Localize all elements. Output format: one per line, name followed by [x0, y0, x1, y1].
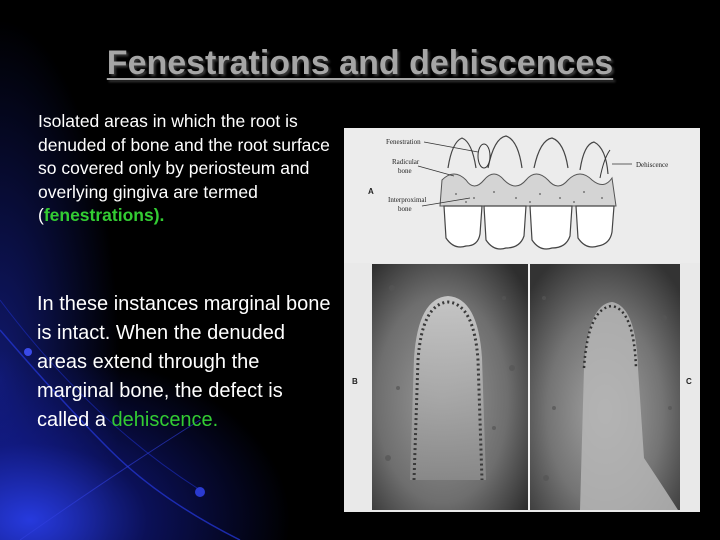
- highlight-term: dehiscence.: [111, 409, 219, 431]
- label-panel-c: C: [686, 377, 692, 386]
- label-radicular: Radicular: [392, 158, 420, 166]
- label-interproximal: Interproximal: [388, 196, 427, 204]
- label-panel-a: A: [368, 187, 374, 196]
- photo-panel-c: C: [530, 264, 692, 510]
- label-interproximal-bone: bone: [398, 205, 412, 213]
- deco-dot: [195, 487, 205, 497]
- deco-dot: [24, 348, 32, 356]
- dental-figure: Fenestration Radicular bone Interproxima…: [344, 128, 700, 512]
- paragraph-dehiscence: In these instances marginal bone is inta…: [37, 290, 337, 435]
- label-fenestration: Fenestration: [386, 138, 421, 146]
- highlight-term: fenestrations).: [43, 205, 165, 225]
- page-title: Fenestrations and dehiscences: [106, 44, 614, 82]
- label-panel-b: B: [352, 377, 358, 386]
- paragraph-fenestrations: Isolated areas in which the root is denu…: [38, 110, 343, 228]
- label-radicular-bone: bone: [398, 167, 412, 175]
- diagram-panel-a: Fenestration Radicular bone Interproxima…: [344, 128, 700, 263]
- label-dehiscence: Dehiscence: [636, 161, 668, 169]
- photo-panel-b: B: [352, 264, 528, 510]
